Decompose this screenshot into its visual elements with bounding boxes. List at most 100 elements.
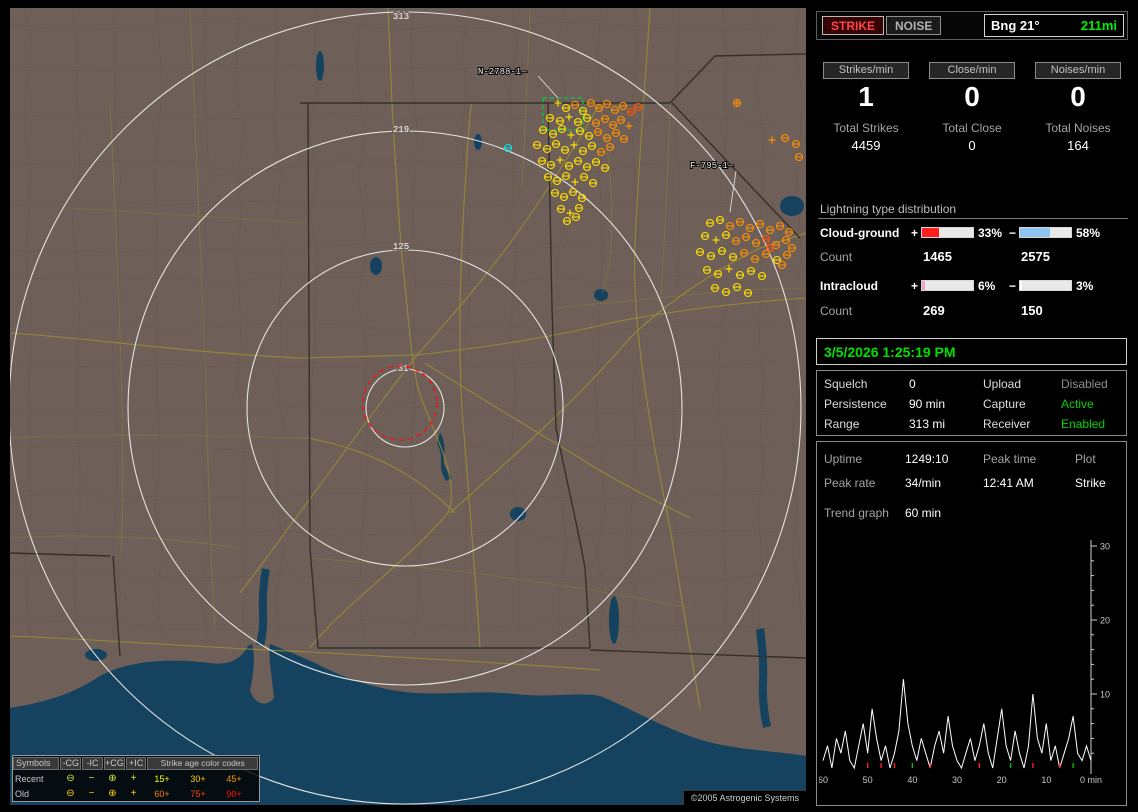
noises-per-min-button[interactable]: Noises/min: [1035, 62, 1121, 79]
peak-time-value: 12:41 AM: [983, 476, 1034, 490]
trend-graph-label: Trend graph: [824, 506, 889, 520]
ic-plus-sign: +: [911, 279, 919, 293]
legend-col-pic: +IC: [125, 757, 147, 770]
map-canvas[interactable]: 31321912531 N-2788-1—F-795-1—: [8, 7, 807, 805]
legend-header-row: Symbols -CG -IC +CG +IC Strike age color…: [13, 756, 259, 771]
cg-count-label: Count: [820, 250, 853, 264]
total-noises-label: Total Noises: [1045, 121, 1111, 135]
ic-minus-count: 150: [1021, 303, 1043, 318]
svg-text:10: 10: [1100, 690, 1110, 700]
persistence-label: Persistence: [824, 397, 887, 411]
settings-value2-1: Active: [1061, 397, 1094, 411]
settings-value2-0: Disabled: [1061, 377, 1108, 391]
svg-text:F-795-1—: F-795-1—: [690, 161, 734, 171]
cg-minus-count: 2575: [1021, 249, 1050, 264]
copyright-notice: ©2005 Astrogenic Systems: [682, 790, 806, 805]
ic-minus-sign: −: [1009, 279, 1017, 293]
svg-text:313: 313: [393, 12, 409, 22]
legend-col-ncg: -CG: [60, 757, 82, 770]
total-noises-value: 164: [1067, 138, 1089, 153]
cg-minus-pct: 58%: [1076, 226, 1101, 240]
receiver-label: Receiver: [983, 417, 1031, 431]
bar-cg-minus: [1019, 227, 1072, 238]
ic-minus-pct: 3%: [1076, 279, 1094, 293]
distribution-title: Lightning type distribution: [820, 202, 957, 216]
datetime-panel: 3/5/2026 1:25:19 PM: [816, 338, 1127, 365]
svg-text:125: 125: [393, 242, 409, 252]
capture-label: Capture: [983, 397, 1026, 411]
strike-mode-button[interactable]: STRIKE: [822, 16, 885, 35]
toolbar: STRIKE NOISE Bng 21° 211mi: [816, 11, 1128, 40]
nexstorm-app-window: 313 219 125 31 N-2788-1— F-795-1— Symbols -C…: [0, 0, 1138, 812]
legend-row-old: Old ⊖ − ⊕ + 60+ 75+ 90+: [13, 786, 259, 801]
map-legend: Symbols -CG -IC +CG +IC Strike age color…: [12, 755, 260, 802]
svg-text:30: 30: [1100, 542, 1110, 552]
close-rate-column: Close/min 0 Total Close 0: [922, 62, 1022, 153]
range-value: 313 mi: [909, 417, 946, 431]
squelch-value: 0: [909, 377, 916, 391]
total-close-value: 0: [968, 138, 976, 153]
status-panel: Uptime 1249:10 Peak time Plot Peak rate …: [816, 441, 1127, 806]
datetime-value: 3/5/2026 1:25:19 PM: [824, 344, 956, 360]
range-label: Range: [824, 417, 860, 431]
settings-value2-2: Enabled: [1061, 417, 1106, 431]
bar-ic-minus: [1019, 280, 1072, 291]
settings-row-3: Range 313 mi Receiver Enabled: [817, 417, 1126, 433]
cg-plus-count: 1465: [923, 249, 952, 264]
svg-text:N-2788-1—: N-2788-1—: [478, 67, 527, 77]
strikes-rate-column: Strikes/min 1 Total Strikes 4459: [816, 62, 916, 153]
settings-row-1: Squelch 0 Upload Disabled: [817, 377, 1126, 393]
trend-graph-canvas: 10 20 30 60 50 40 30 20 10 0 min: [818, 540, 1110, 785]
legend-recent-ages: 15+ 30+ 45+: [154, 773, 242, 784]
peak-rate-label: Peak rate: [824, 476, 876, 490]
legend-row-recent: Recent ⊖ − ⊕ + 15+ 30+ 45+: [13, 771, 259, 786]
svg-text:0 min: 0 min: [1080, 775, 1102, 785]
legend-symbols-label: Symbols: [13, 757, 60, 770]
svg-text:40: 40: [907, 775, 917, 785]
total-close-label: Total Close: [942, 121, 1002, 135]
noises-rate-column: Noises/min 0 Total Noises 164: [1028, 62, 1128, 153]
upload-label: Upload: [983, 377, 1022, 391]
persistence-value: 90 min: [909, 397, 946, 411]
noise-mode-button[interactable]: NOISE: [886, 16, 942, 35]
strikes-per-min-value: 1: [858, 81, 874, 112]
bar-ic-plus: [921, 280, 974, 291]
cg-minus-sign: −: [1009, 226, 1017, 240]
cloud-ground-label: Cloud-ground: [820, 226, 900, 240]
svg-text:219: 219: [393, 125, 409, 135]
peak-time-label: Peak time: [983, 452, 1037, 466]
svg-text:50: 50: [863, 775, 873, 785]
ic-plus-count: 269: [923, 303, 945, 318]
uptime-label: Uptime: [824, 452, 863, 466]
close-per-min-value: 0: [964, 81, 980, 112]
total-strikes-label: Total Strikes: [833, 121, 899, 135]
cg-plus-sign: +: [911, 226, 919, 240]
bearing-value: Bng 21°: [991, 18, 1040, 33]
settings-panel: Squelch 0 Upload Disabled Persistence 90…: [816, 370, 1127, 436]
bar-cg-plus: [921, 227, 974, 238]
uptime-value: 1249:10: [905, 452, 949, 466]
lightning-map[interactable]: 313 219 125 31 N-2788-1— F-795-1— Symbols -C…: [8, 7, 807, 805]
legend-col-nic: -IC: [82, 757, 103, 770]
legend-age-title: Strike age color codes: [147, 757, 258, 770]
peak-rate-value: 34/min: [905, 476, 942, 490]
cg-plus-pct: 33%: [978, 226, 1003, 240]
legend-old-label: Old: [15, 788, 30, 799]
svg-text:10: 10: [1041, 775, 1051, 785]
svg-text:20: 20: [997, 775, 1007, 785]
noises-per-min-value: 0: [1070, 81, 1086, 112]
distribution-divider: [818, 218, 1128, 219]
legend-recent-label: Recent: [15, 773, 44, 784]
legend-col-pcg: +CG: [103, 757, 125, 770]
total-strikes-value: 4459: [851, 138, 881, 153]
trend-graph: 10 20 30 60 50 40 30 20 10 0 min: [818, 534, 1126, 802]
legend-old-ages: 60+ 75+ 90+: [154, 788, 242, 799]
legend-old-symbols: ⊖ − ⊕ +: [66, 788, 137, 799]
close-per-min-button[interactable]: Close/min: [929, 62, 1015, 79]
ic-count-label: Count: [820, 304, 853, 318]
svg-text:20: 20: [1100, 616, 1110, 626]
trend-graph-window: 60 min: [905, 506, 942, 520]
distance-value: 211mi: [1080, 18, 1117, 33]
strikes-per-min-button[interactable]: Strikes/min: [823, 62, 909, 79]
bearing-distance-display: Bng 21° 211mi: [984, 14, 1124, 37]
